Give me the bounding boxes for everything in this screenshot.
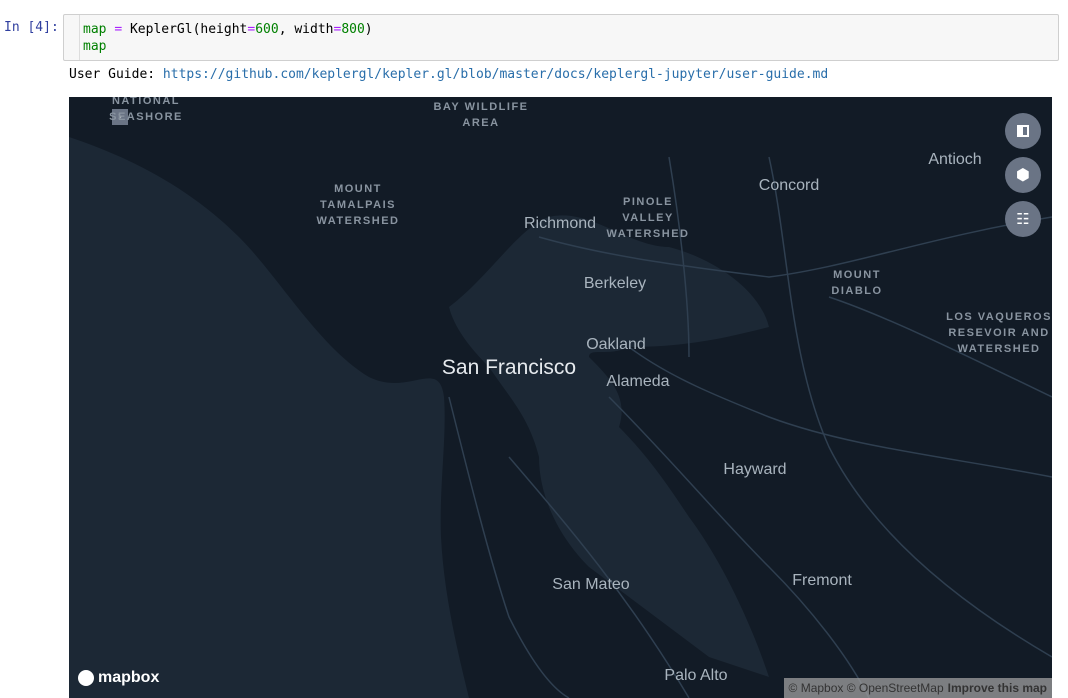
map-label-area: MOUNT DIABLO xyxy=(831,269,883,297)
map-label-city: Richmond xyxy=(523,215,597,232)
user-guide-label: User Guide: xyxy=(69,67,163,82)
map-label-city: Berkeley xyxy=(583,275,647,292)
improve-map-link[interactable]: Improve this map xyxy=(948,681,1047,695)
code-token: ) xyxy=(364,22,373,37)
kepler-map[interactable]: › NATIONAL SEASHORE BAY WILDLIFE AREA MOUN… xyxy=(69,97,1052,698)
cell-gutter xyxy=(79,15,80,60)
map-label-city: Antioch xyxy=(928,151,982,168)
data-table-button[interactable]: ☷ xyxy=(1005,201,1041,237)
user-guide-line: User Guide: https://github.com/keplergl/… xyxy=(69,67,828,82)
map-label-city: San Mateo xyxy=(552,576,630,593)
cell-prompt: In [4]: xyxy=(4,20,59,35)
attribution-mapbox[interactable]: © Mapbox xyxy=(789,681,844,695)
map-label-city: San Francisco xyxy=(441,356,577,379)
map-label-city: Fremont xyxy=(792,572,852,589)
mapbox-logo[interactable]: mapbox xyxy=(78,669,159,687)
3d-view-button[interactable]: ⬢ xyxy=(1005,157,1041,193)
map-label-city: Oakland xyxy=(586,336,646,353)
map-label-city: Palo Alto xyxy=(664,667,728,684)
map-label-city: Hayward xyxy=(723,461,787,478)
split-map-button[interactable] xyxy=(1005,113,1041,149)
map-label-area: BAY WILDLIFE AREA xyxy=(433,101,529,129)
code-token: map xyxy=(83,39,107,54)
map-basemap xyxy=(69,137,1052,698)
code-token: = xyxy=(114,22,123,37)
map-label-city: Alameda xyxy=(606,373,670,390)
code-token: map xyxy=(83,22,107,37)
map-attribution: © Mapbox © OpenStreetMap Improve this map xyxy=(783,678,1052,698)
code-cell[interactable]: map = KeplerGl(height=600, width=800) ma… xyxy=(63,14,1059,61)
map-label-area: NATIONAL SEASHORE xyxy=(109,97,183,123)
cube-icon: ⬢ xyxy=(1016,167,1030,184)
table-icon: ☷ xyxy=(1016,211,1030,228)
code-token: KeplerGl(height xyxy=(129,22,248,37)
user-guide-link[interactable]: https://github.com/keplergl/kepler.gl/bl… xyxy=(163,67,828,82)
map-label-area: MOUNT TAMALPAIS WATERSHED xyxy=(316,183,400,227)
map-label-city: Concord xyxy=(758,177,820,194)
code-token: , width xyxy=(278,22,334,37)
map-label-area: LOS VAQUEROS RESEVOIR AND WATERSHED xyxy=(946,311,1052,355)
attribution-osm[interactable]: © OpenStreetMap xyxy=(847,681,944,695)
split-map-icon xyxy=(1017,125,1029,137)
map-label-area: PINOLE VALLEY WATERSHED xyxy=(606,196,690,240)
mapbox-logo-text: mapbox xyxy=(98,669,160,686)
code-token: 600 xyxy=(255,22,279,37)
ocean-water xyxy=(69,137,469,698)
code-editor[interactable]: map = KeplerGl(height=600, width=800) ma… xyxy=(83,21,373,55)
code-token: 800 xyxy=(341,22,365,37)
mapbox-logo-icon xyxy=(78,670,94,686)
